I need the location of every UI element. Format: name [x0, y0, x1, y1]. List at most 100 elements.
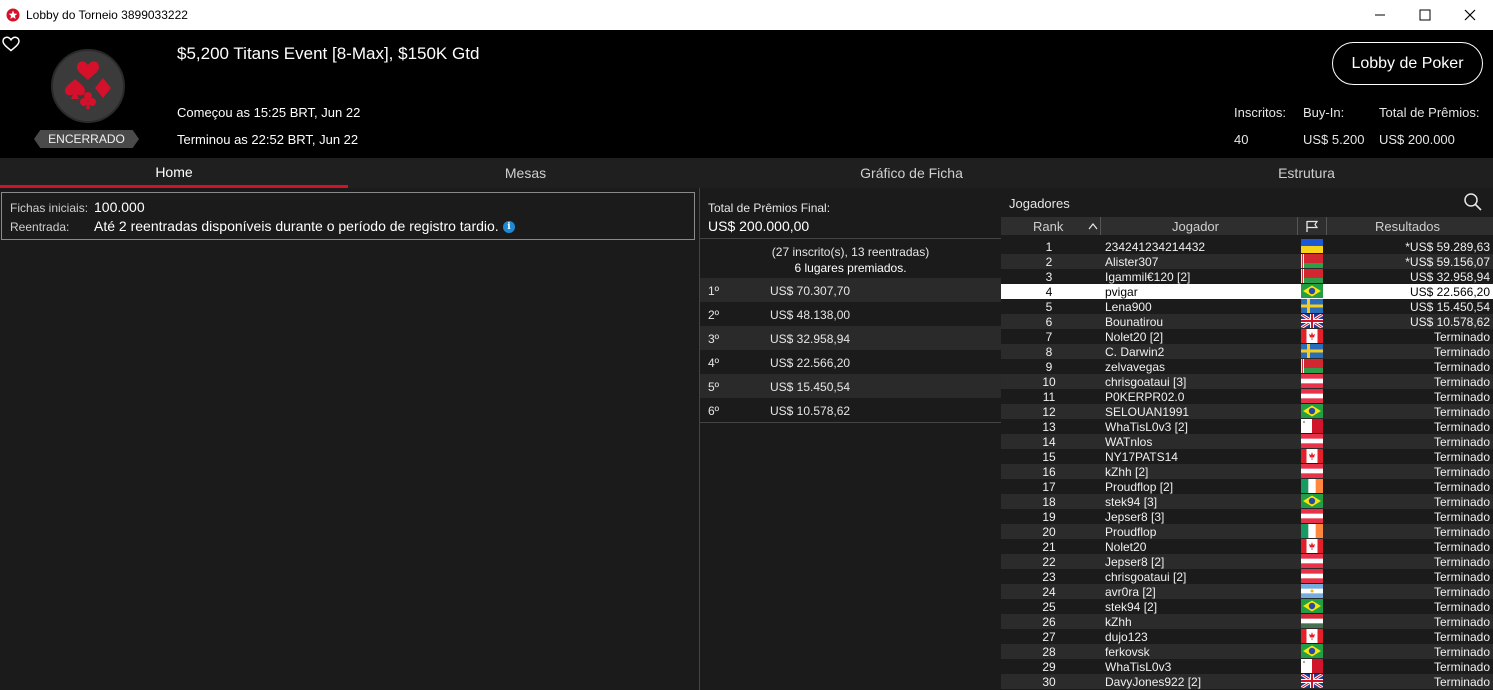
- player-result: Terminado: [1433, 570, 1490, 584]
- player-row[interactable]: 7 Nolet20 [2] Terminado: [1001, 329, 1493, 344]
- player-rank: 28: [1042, 645, 1056, 659]
- player-name: 234241234214432: [1105, 240, 1206, 254]
- player-name: Proudflop [2]: [1105, 480, 1174, 494]
- player-name: Lena900: [1105, 300, 1152, 314]
- prize-pool-label: Total de Prêmios:: [1379, 105, 1480, 120]
- brazil-flag-icon: [1301, 599, 1323, 613]
- canada-flag-icon: [1301, 539, 1323, 553]
- player-row[interactable]: 30 DavyJones922 [2] Terminado: [1001, 674, 1493, 689]
- canada-flag-icon: [1301, 329, 1323, 343]
- player-result: US$ 15.450,54: [1409, 300, 1490, 314]
- final-prize-label: Total de Prêmios Final:: [708, 201, 831, 215]
- player-row[interactable]: 9 zelvavegas Terminado: [1001, 359, 1493, 374]
- belarus-flag-icon: [1301, 269, 1323, 283]
- flag-column-icon[interactable]: [1305, 220, 1319, 233]
- player-row[interactable]: 8 C. Darwin2 Terminado: [1001, 344, 1493, 359]
- player-row[interactable]: 20 Proudflop Terminado: [1001, 524, 1493, 539]
- player-rank: 19: [1042, 510, 1056, 524]
- player-row[interactable]: 3 Igammil€120 [2] US$ 32.958,94: [1001, 269, 1493, 284]
- prize-row: 2º US$ 48.138,00: [700, 302, 1001, 326]
- player-result: Terminado: [1433, 405, 1490, 419]
- player-result: Terminado: [1433, 450, 1490, 464]
- close-icon: [1464, 9, 1476, 21]
- player-result: Terminado: [1433, 510, 1490, 524]
- poker-lobby-button[interactable]: Lobby de Poker: [1332, 42, 1483, 85]
- tab-chip-graph[interactable]: Gráfico de Ficha: [703, 158, 1120, 188]
- rank-column-header[interactable]: Rank: [1033, 219, 1063, 234]
- player-name: Igammil€120 [2]: [1105, 270, 1191, 284]
- prize-place: 5º: [708, 380, 720, 394]
- player-row[interactable]: 16 kZhh [2] Terminado: [1001, 464, 1493, 479]
- tab-home[interactable]: Home: [0, 158, 348, 188]
- players-panel: Jogadores Rank Jogador Resultados 1 23424…: [1001, 188, 1493, 690]
- player-row[interactable]: 14 WATnlos Terminado: [1001, 434, 1493, 449]
- player-row[interactable]: 29 WhaTisL0v3 Terminado: [1001, 659, 1493, 674]
- maximize-icon: [1419, 9, 1431, 21]
- player-name: chrisgoataui [2]: [1105, 570, 1187, 584]
- player-row[interactable]: 12 SELOUAN1991 Terminado: [1001, 404, 1493, 419]
- player-row[interactable]: 6 Bounatirou US$ 10.578,62: [1001, 314, 1493, 329]
- player-row[interactable]: 15 NY17PATS14 Terminado: [1001, 449, 1493, 464]
- start-time: Começou as 15:25 BRT, Jun 22: [177, 105, 361, 120]
- prize-amount: US$ 15.450,54: [770, 380, 851, 394]
- minimize-button[interactable]: [1357, 0, 1403, 30]
- entrants-label: Inscritos:: [1234, 105, 1287, 120]
- column-separator: [1326, 217, 1327, 235]
- player-name: dujo123: [1105, 630, 1148, 644]
- player-name: NY17PATS14: [1105, 450, 1178, 464]
- player-row[interactable]: 23 chrisgoataui [2] Terminado: [1001, 569, 1493, 584]
- close-button[interactable]: [1447, 0, 1493, 30]
- austria-flag-icon: [1301, 569, 1323, 583]
- player-rank: 11: [1042, 390, 1056, 404]
- heart-icon[interactable]: [2, 36, 20, 52]
- player-name: Alister307: [1105, 255, 1159, 269]
- player-row[interactable]: 18 stek94 [3] Terminado: [1001, 494, 1493, 509]
- austria-flag-icon: [1301, 389, 1323, 403]
- player-result: US$ 22.566,20: [1409, 285, 1490, 299]
- starting-chips-value: 100.000: [94, 199, 145, 215]
- player-row[interactable]: 22 Jepser8 [2] Terminado: [1001, 554, 1493, 569]
- prize-place: 6º: [708, 404, 720, 418]
- tab-tables[interactable]: Mesas: [348, 158, 703, 188]
- results-column-header[interactable]: Resultados: [1375, 219, 1440, 234]
- player-result: Terminado: [1433, 675, 1490, 689]
- player-row[interactable]: 10 chrisgoataui [3] Terminado: [1001, 374, 1493, 389]
- player-row[interactable]: 4 pvigar US$ 22.566,20: [1001, 284, 1493, 299]
- brazil-flag-icon: [1301, 494, 1323, 508]
- player-row[interactable]: 17 Proudflop [2] Terminado: [1001, 479, 1493, 494]
- player-row[interactable]: 25 stek94 [2] Terminado: [1001, 599, 1493, 614]
- player-rank: 2: [1045, 255, 1053, 269]
- player-row[interactable]: 5 Lena900 US$ 15.450,54: [1001, 299, 1493, 314]
- info-icon[interactable]: i: [503, 221, 515, 233]
- ireland-flag-icon: [1301, 524, 1323, 538]
- player-rank: 23: [1042, 570, 1056, 584]
- tab-structure[interactable]: Estrutura: [1120, 158, 1493, 188]
- argentina-flag-icon: [1301, 584, 1323, 598]
- player-row[interactable]: 28 ferkovsk Terminado: [1001, 644, 1493, 659]
- belarus-flag-icon: [1301, 359, 1323, 373]
- player-name: WhaTisL0v3 [2]: [1105, 420, 1188, 434]
- player-column-header[interactable]: Jogador: [1172, 219, 1219, 234]
- player-row[interactable]: 2 Alister307 *US$ 59.156,07: [1001, 254, 1493, 269]
- player-name: stek94 [3]: [1105, 495, 1158, 509]
- search-icon[interactable]: [1463, 192, 1483, 212]
- sort-ascending-icon[interactable]: [1088, 222, 1098, 230]
- player-row[interactable]: 26 kZhh Terminado: [1001, 614, 1493, 629]
- player-rank: 6: [1045, 315, 1053, 329]
- minimize-icon: [1375, 14, 1385, 16]
- player-row[interactable]: 19 Jepser8 [3] Terminado: [1001, 509, 1493, 524]
- player-row[interactable]: 11 P0KERPR02.0 Terminado: [1001, 389, 1493, 404]
- player-row[interactable]: 13 WhaTisL0v3 [2] Terminado: [1001, 419, 1493, 434]
- maximize-button[interactable]: [1402, 0, 1448, 30]
- player-row[interactable]: 27 dujo123 Terminado: [1001, 629, 1493, 644]
- player-rank: 27: [1042, 630, 1056, 644]
- player-rank: 21: [1042, 540, 1056, 554]
- players-table-header: Rank Jogador Resultados: [1001, 217, 1493, 235]
- player-row[interactable]: 21 Nolet20 Terminado: [1001, 539, 1493, 554]
- player-rank: 4: [1045, 285, 1053, 299]
- player-name: WATnlos: [1105, 435, 1153, 449]
- player-row[interactable]: 24 avr0ra [2] Terminado: [1001, 584, 1493, 599]
- player-result: Terminado: [1433, 630, 1490, 644]
- player-row[interactable]: 1 234241234214432 *US$ 59.289,63: [1001, 239, 1493, 254]
- player-name: chrisgoataui [3]: [1105, 375, 1187, 389]
